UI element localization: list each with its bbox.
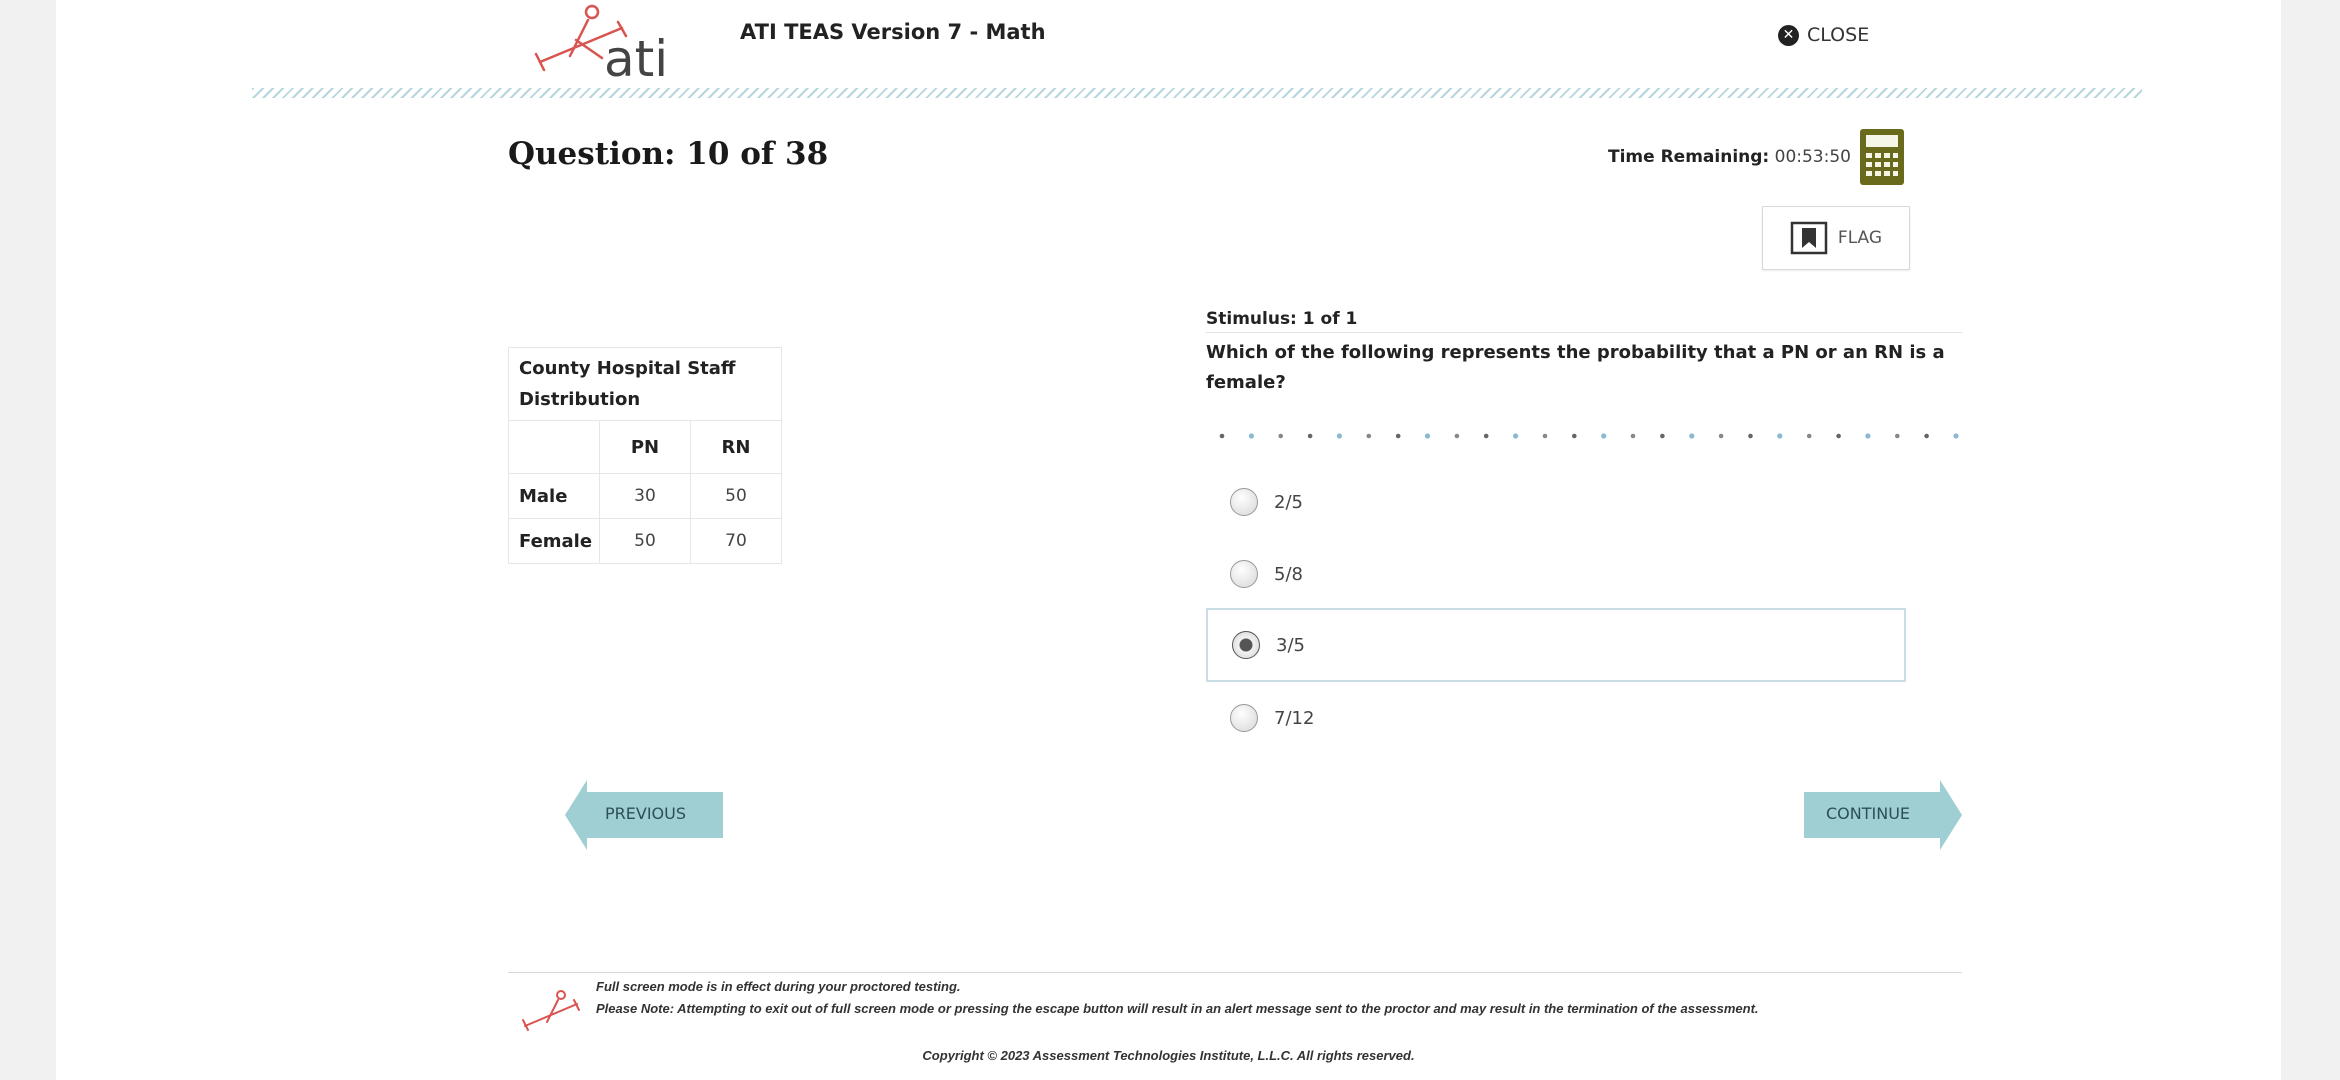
ati-logo: ati (534, 4, 668, 86)
staff-distribution-table: County Hospital Staff Distribution PN RN… (508, 347, 782, 564)
close-button[interactable]: ✕ CLOSE (1778, 24, 1869, 46)
previous-button[interactable]: PREVIOUS (565, 780, 723, 850)
option-label: 3/5 (1276, 634, 1305, 656)
row-header-female: Female (508, 518, 600, 564)
divider-dot (1248, 433, 1254, 439)
cell-male-pn: 30 (599, 473, 691, 519)
table-row: Female 50 70 (508, 518, 782, 564)
divider-dot (1601, 433, 1607, 439)
close-icon: ✕ (1778, 24, 1799, 46)
divider-dot (1806, 433, 1812, 439)
continue-button[interactable]: CONTINUE (1804, 780, 1962, 850)
divider-dot (1454, 433, 1460, 439)
time-remaining: Time Remaining: 00:53:50 (1608, 147, 1851, 167)
answer-option-4[interactable]: 7/12 (1206, 681, 1906, 755)
flag-button[interactable]: FLAG (1762, 206, 1910, 270)
divider-dot (1836, 433, 1841, 439)
answer-option-3[interactable]: 3/5 (1206, 608, 1906, 682)
divider-dot (1630, 433, 1636, 439)
stimulus-divider (1206, 332, 1962, 333)
time-value: 00:53:50 (1774, 147, 1851, 167)
divider-dot (1689, 433, 1695, 439)
answer-option-2[interactable]: 5/8 (1206, 537, 1906, 611)
table-corner-cell (508, 420, 600, 474)
divider-dot (1718, 433, 1724, 439)
cell-female-pn: 50 (599, 518, 691, 564)
footer-notice: Full screen mode is in effect during you… (596, 980, 1896, 1024)
divider-dot (1513, 433, 1519, 439)
divider-dot (1483, 433, 1489, 439)
logo-text: ati (604, 30, 668, 86)
previous-label: PREVIOUS (605, 804, 686, 823)
app-title: ATI TEAS Version 7 - Math (740, 20, 1046, 44)
option-label: 5/8 (1274, 563, 1303, 585)
radio-button[interactable] (1230, 704, 1258, 732)
answer-option-1[interactable]: 2/5 (1206, 465, 1906, 539)
table-row: Male 30 50 (508, 473, 782, 519)
calculator-icon[interactable] (1859, 128, 1905, 186)
stimulus-label: Stimulus: 1 of 1 (1206, 309, 1358, 329)
divider-dot (1366, 433, 1372, 439)
divider-dot (1424, 433, 1431, 439)
close-label: CLOSE (1807, 24, 1870, 46)
test-page: ati ATI TEAS Version 7 - Math ✕ CLOSE Qu… (56, 0, 2281, 1080)
divider-dot (1542, 433, 1548, 439)
footer-divider (508, 972, 1962, 973)
divider-dot (1895, 433, 1900, 439)
copyright-text: Copyright © 2023 Assessment Technologies… (922, 1048, 1415, 1063)
divider-dot (1953, 433, 1959, 439)
divider-dot (1924, 433, 1929, 439)
radio-button-selected[interactable] (1232, 631, 1260, 659)
column-header-rn: RN (690, 420, 782, 474)
divider-dot (1336, 433, 1342, 439)
footer-line-1: Full screen mode is in effect during you… (596, 979, 961, 994)
option-label: 2/5 (1274, 491, 1303, 513)
flag-label: FLAG (1837, 228, 1883, 248)
table-title: County Hospital Staff Distribution (508, 347, 782, 421)
dotted-divider (1219, 433, 1959, 439)
bookmark-flag-icon (1790, 221, 1828, 255)
radio-button[interactable] (1230, 560, 1258, 588)
divider-dot (1572, 433, 1577, 439)
time-label: Time Remaining: (1608, 147, 1770, 167)
option-label: 7/12 (1274, 707, 1315, 729)
divider-dot (1278, 433, 1283, 439)
question-text: Which of the following represents the pr… (1206, 342, 1945, 393)
radio-button[interactable] (1230, 488, 1258, 516)
footer-line-2: Please Note: Attempting to exit out of f… (596, 1001, 1759, 1016)
cell-male-rn: 50 (690, 473, 782, 519)
column-header-pn: PN (599, 420, 691, 474)
cell-female-rn: 70 (690, 518, 782, 564)
continue-label: CONTINUE (1826, 804, 1911, 823)
ati-footer-logo-icon (522, 990, 580, 1031)
divider-dot (1395, 433, 1401, 439)
divider-dot (1748, 433, 1753, 439)
divider-dot (1219, 433, 1225, 439)
divider-dot (1865, 433, 1871, 439)
divider-dot (1307, 433, 1313, 439)
divider-dot (1777, 433, 1783, 439)
row-header-male: Male (508, 473, 600, 519)
question-counter: Question: 10 of 38 (508, 136, 829, 172)
header-divider (252, 88, 2142, 98)
divider-dot (1660, 433, 1665, 439)
